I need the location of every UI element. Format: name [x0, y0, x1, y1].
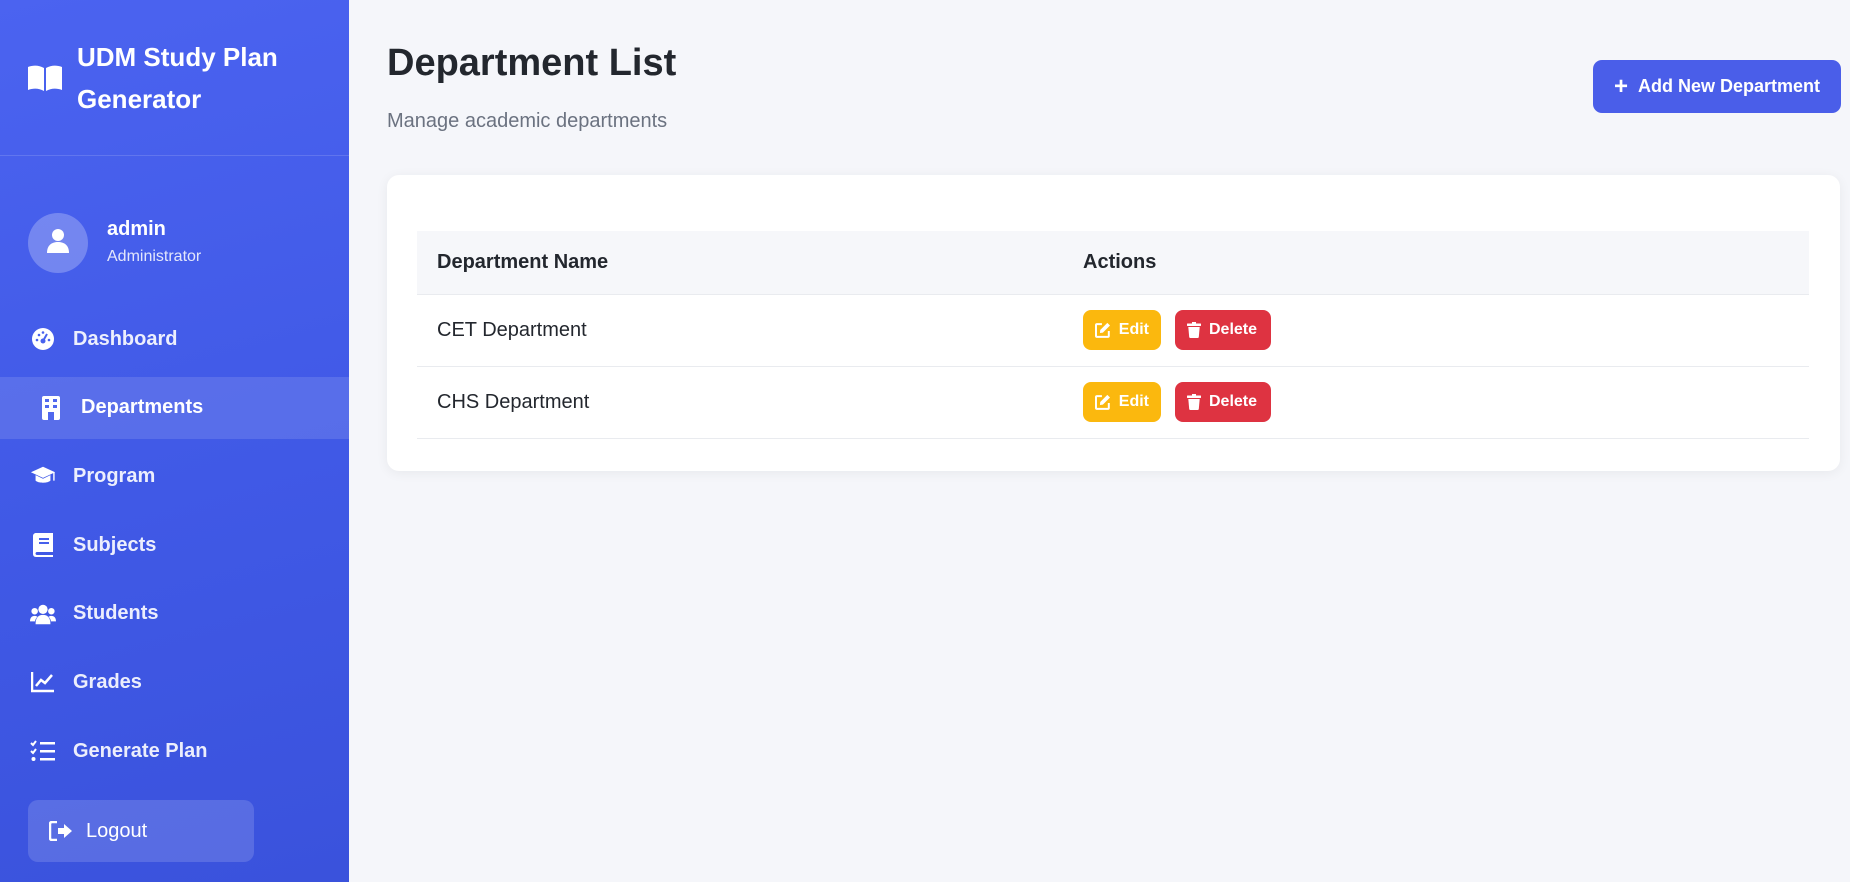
user-profile: admin Administrator	[0, 156, 349, 283]
gauge-icon	[30, 327, 56, 351]
sidebar-item-label: Dashboard	[73, 327, 178, 350]
sidebar-item-students[interactable]: Students	[0, 583, 349, 645]
table-row: CET Department Edit Delete	[417, 294, 1809, 366]
logout-label: Logout	[86, 819, 148, 842]
page-subtitle: Manage academic departments	[387, 110, 668, 132]
chart-line-icon	[30, 670, 56, 694]
delete-button[interactable]: Delete	[1175, 382, 1271, 422]
list-check-icon	[30, 739, 56, 763]
delete-label: Delete	[1209, 393, 1258, 410]
sign-out-icon	[48, 819, 74, 843]
edit-icon	[1095, 322, 1110, 338]
main-content: Department List Manage academic departme…	[349, 0, 1850, 882]
brand-title: UDM Study Plan Generator	[77, 41, 278, 114]
sidebar-item-label: Students	[73, 602, 159, 625]
sidebar: UDM Study Plan Generator admin Administr…	[0, 0, 349, 882]
sidebar-item-label: Departments	[81, 396, 204, 419]
avatar	[28, 213, 88, 273]
delete-button[interactable]: Delete	[1175, 310, 1271, 350]
sidebar-item-subjects[interactable]: Subjects	[0, 514, 349, 576]
departments-card: Department Name Actions CET Department E…	[387, 175, 1840, 471]
edit-button[interactable]: Edit	[1083, 310, 1161, 350]
departments-table: Department Name Actions CET Department E…	[417, 231, 1809, 439]
actions-cell: Edit Delete	[1083, 294, 1809, 366]
user-role: Administrator	[107, 248, 202, 265]
department-name-cell: CET Department	[437, 318, 587, 341]
book-icon	[30, 533, 56, 558]
building-icon	[38, 395, 64, 420]
trash-icon	[1187, 322, 1201, 338]
plus-icon: +	[1613, 72, 1628, 100]
graduation-cap-icon	[30, 464, 56, 488]
edit-button[interactable]: Edit	[1083, 382, 1161, 422]
user-name: admin	[107, 218, 166, 240]
edit-label: Edit	[1118, 321, 1149, 338]
trash-icon	[1187, 394, 1201, 410]
department-name-cell: CHS Department	[437, 390, 590, 413]
table-row: CHS Department Edit Delete	[417, 366, 1809, 438]
sidebar-item-label: Program	[73, 464, 156, 487]
brand: UDM Study Plan Generator	[0, 0, 349, 156]
book-open-icon	[27, 64, 63, 92]
column-header-department-name: Department Name	[437, 250, 609, 273]
sidebar-item-label: Subjects	[73, 533, 157, 556]
sidebar-item-dashboard[interactable]: Dashboard	[0, 308, 349, 370]
users-icon	[30, 602, 56, 626]
sidebar-item-label: Generate Plan	[73, 739, 208, 762]
sidebar-item-program[interactable]: Program	[0, 445, 349, 507]
edit-icon	[1095, 394, 1110, 410]
sidebar-item-departments[interactable]: Departments	[0, 376, 349, 439]
page-title: Department List	[387, 42, 677, 84]
user-icon	[46, 228, 70, 259]
delete-label: Delete	[1209, 321, 1258, 338]
add-department-button[interactable]: + Add New Department	[1593, 60, 1841, 113]
column-header-actions: Actions	[1083, 250, 1157, 273]
add-department-label: Add New Department	[1637, 76, 1821, 96]
sidebar-item-generate-plan[interactable]: Generate Plan	[0, 720, 349, 782]
sidebar-nav: Dashboard Departments Program Subjects S…	[0, 308, 349, 789]
table-header-row: Department Name Actions	[417, 231, 1809, 294]
sidebar-item-grades[interactable]: Grades	[0, 651, 349, 713]
sidebar-item-label: Grades	[73, 670, 142, 693]
logout-button[interactable]: Logout	[28, 800, 254, 862]
edit-label: Edit	[1118, 393, 1149, 410]
actions-cell: Edit Delete	[1083, 366, 1809, 438]
